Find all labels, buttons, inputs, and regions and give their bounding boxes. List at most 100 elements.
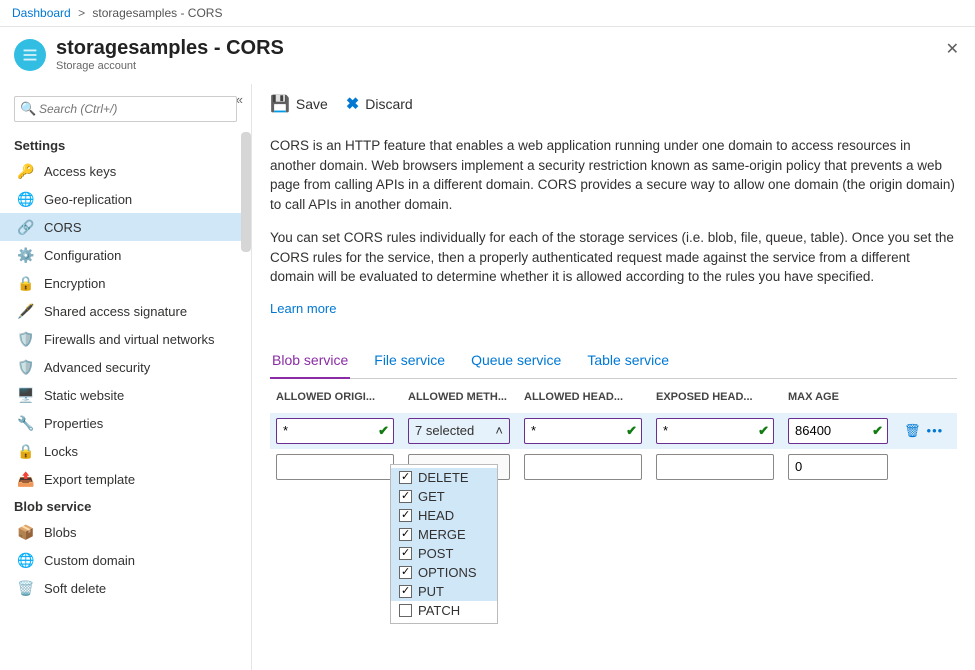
sidebar-item-label: Blobs [44,525,77,540]
allowed-headers-input[interactable] [524,418,642,444]
sidebar-item-label: Geo-replication [44,192,132,207]
sidebar-scrollbar[interactable] [241,132,251,252]
learn-more-link[interactable]: Learn more [270,301,336,316]
sidebar-item-firewalls[interactable]: 🛡️ Firewalls and virtual networks [0,325,251,353]
method-option-patch[interactable]: PATCH [391,601,497,620]
sidebar-item-blobs[interactable]: 📦Blobs [0,518,251,546]
method-label: HEAD [418,508,454,523]
allowed-origins-input[interactable] [276,454,394,480]
tab-blob-service[interactable]: Blob service [270,344,350,378]
sidebar-item-label: Static website [44,388,124,403]
sidebar-item-label: Firewalls and virtual networks [44,332,215,347]
globe-icon: 🌐 [18,191,34,207]
allowed-methods-menu[interactable]: DELETE GET HEAD MERGE POST OPTIONS PUT P… [390,464,498,624]
checkbox-icon[interactable] [399,547,412,560]
breadcrumb-sep: > [78,6,85,20]
col-allowed-headers: ALLOWED HEAD... [524,391,642,403]
sidebar-item-cors[interactable]: 🔗 CORS [0,213,251,241]
checkbox-icon[interactable] [399,604,412,617]
storage-account-icon [14,39,46,71]
tab-table-service[interactable]: Table service [585,344,671,378]
cors-icon: 🔗 [18,219,34,235]
service-tabs: Blob service File service Queue service … [270,344,957,379]
allowed-methods-dropdown[interactable]: 7 selected ˄ [408,418,510,444]
sidebar-item-encryption[interactable]: 🔒 Encryption [0,269,251,297]
sidebar-item-locks[interactable]: 🔒 Locks [0,437,251,465]
sidebar-item-label: Export template [44,472,135,487]
tab-queue-service[interactable]: Queue service [469,344,563,378]
checkbox-icon[interactable] [399,528,412,541]
gear-icon: ⚙️ [18,247,34,263]
domain-icon: 🌐 [18,552,34,568]
sidebar-item-label: CORS [44,220,82,235]
sidebar-item-export-template[interactable]: 📤Export template [0,465,251,493]
valid-check-icon: ✔ [626,423,637,439]
cors-rule-row-empty [270,449,957,485]
checkbox-icon[interactable] [399,585,412,598]
sidebar-item-label: Shared access signature [44,304,187,319]
lock-icon: 🔒 [18,275,34,291]
checkbox-icon[interactable] [399,566,412,579]
allowed-origins-input[interactable] [276,418,394,444]
sidebar-item-static-website[interactable]: 🖥️ Static website [0,381,251,409]
search-input[interactable] [14,96,237,122]
sidebar-item-label: Access keys [44,164,116,179]
method-option-head[interactable]: HEAD [391,506,497,525]
col-allowed-methods: ALLOWED METH... [408,391,510,403]
checkbox-icon[interactable] [399,509,412,522]
sidebar-item-advanced-security[interactable]: 🛡️ Advanced security [0,353,251,381]
page-subtitle: Storage account [56,60,284,72]
breadcrumb-root[interactable]: Dashboard [12,6,71,20]
col-exposed-headers: EXPOSED HEAD... [656,391,774,403]
close-icon[interactable]: ✕ [946,39,959,59]
method-option-merge[interactable]: MERGE [391,525,497,544]
sidebar-item-label: Configuration [44,248,121,263]
sidebar-item-access-keys[interactable]: 🔑Access keys [0,157,251,185]
save-icon: 💾 [270,94,290,114]
sidebar-item-label: Properties [44,416,103,431]
sidebar-item-soft-delete[interactable]: 🗑️ Soft delete [0,574,251,602]
shield-icon: 🛡️ [18,359,34,375]
method-label: POST [418,546,453,561]
method-label: OPTIONS [418,565,477,580]
website-icon: 🖥️ [18,387,34,403]
sidebar-item-properties[interactable]: 🔧Properties [0,409,251,437]
method-option-delete[interactable]: DELETE [391,468,497,487]
sidebar-item-label: Locks [44,444,78,459]
method-option-options[interactable]: OPTIONS [391,563,497,582]
delete-rule-icon[interactable]: 🗑 [904,423,921,439]
col-max-age: MAX AGE [788,391,888,403]
sidebar-item-label: Advanced security [44,360,150,375]
tab-file-service[interactable]: File service [372,344,447,378]
col-allowed-origins: ALLOWED ORIGI... [276,391,394,403]
discard-button-label: Discard [365,96,412,112]
exposed-headers-input[interactable] [656,454,774,480]
checkbox-icon[interactable] [399,471,412,484]
sidebar-item-label: Encryption [44,276,105,291]
discard-button[interactable]: ✖ Discard [346,94,413,114]
discard-icon: ✖ [346,94,359,114]
description-1: CORS is an HTTP feature that enables a w… [270,136,957,214]
save-button[interactable]: 💾 Save [270,94,328,114]
toolbar: 💾 Save ✖ Discard [270,84,957,124]
sidebar-item-geo-replication[interactable]: 🌐 Geo-replication [0,185,251,213]
firewall-icon: 🛡️ [18,331,34,347]
valid-check-icon: ✔ [872,423,883,439]
checkbox-icon[interactable] [399,490,412,503]
method-option-get[interactable]: GET [391,487,497,506]
soft-delete-icon: 🗑️ [18,580,34,596]
method-label: MERGE [418,527,466,542]
sidebar-item-configuration[interactable]: ⚙️ Configuration [0,241,251,269]
more-actions-icon[interactable]: ••• [927,423,944,438]
signature-icon: 🖋️ [18,303,34,319]
sidebar-item-custom-domain[interactable]: 🌐Custom domain [0,546,251,574]
method-option-post[interactable]: POST [391,544,497,563]
max-age-input[interactable] [788,454,888,480]
allowed-headers-input[interactable] [524,454,642,480]
sidebar-item-label: Soft delete [44,581,106,596]
exposed-headers-input[interactable] [656,418,774,444]
padlock-icon: 🔒 [18,443,34,459]
page-header: storagesamples - CORS Storage account ✕ [0,27,975,84]
method-option-put[interactable]: PUT [391,582,497,601]
sidebar-item-sas[interactable]: 🖋️ Shared access signature [0,297,251,325]
